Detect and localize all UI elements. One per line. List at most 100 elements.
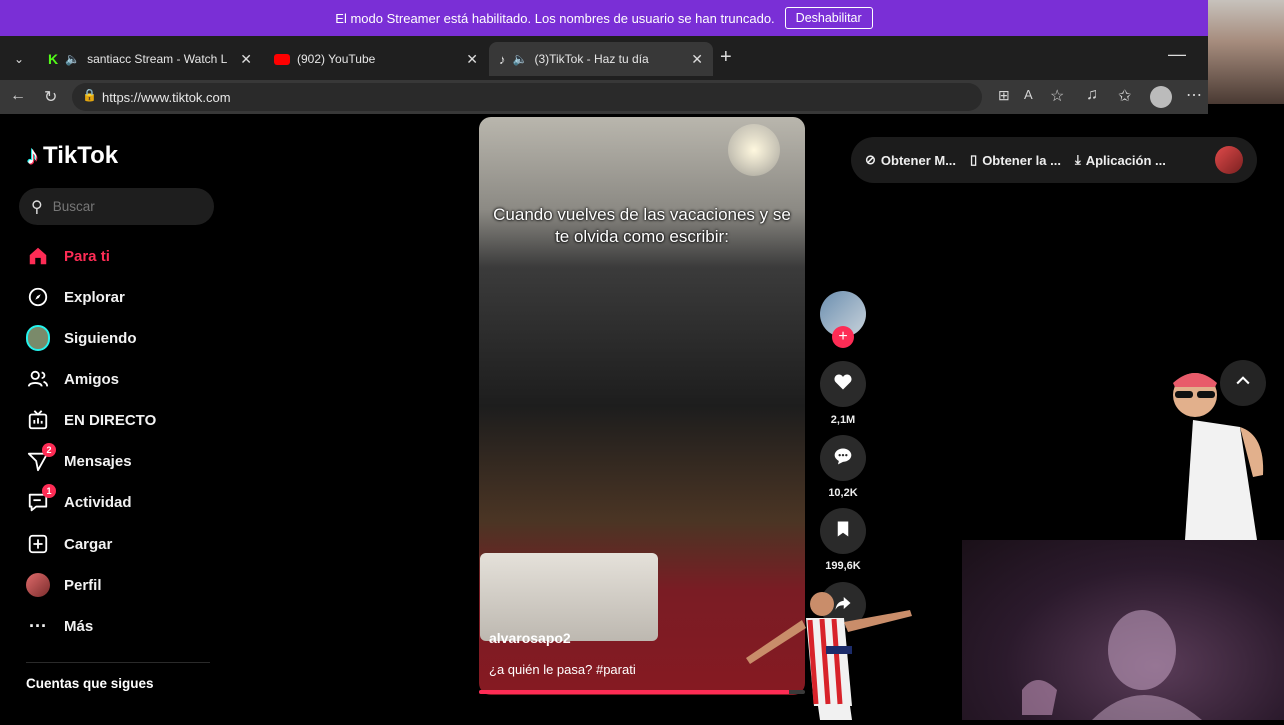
kick-icon: K: [48, 51, 59, 67]
nav-cargar[interactable]: Cargar: [26, 530, 112, 558]
coin-icon: ⊘: [865, 152, 876, 167]
account-avatar[interactable]: [1215, 146, 1243, 174]
video-author[interactable]: alvarosapo2: [489, 630, 571, 646]
desktop-app-button[interactable]: ⤓ Aplicación ...: [1075, 152, 1166, 168]
nav-label: EN DIRECTO: [64, 411, 157, 429]
nav-mas[interactable]: ··· Más: [26, 612, 93, 640]
search-placeholder: Buscar: [52, 199, 95, 214]
more-icon: ···: [29, 615, 47, 636]
download-icon: ⤓: [1074, 152, 1081, 167]
get-app-button[interactable]: ▯ Obtener la ...: [970, 152, 1061, 168]
url-text: https://www.tiktok.com: [102, 89, 231, 105]
favorites-icon[interactable]: ✩: [1118, 86, 1131, 106]
close-tab-icon[interactable]: ✕: [466, 51, 478, 68]
stream-sticker-person: [1165, 365, 1280, 540]
following-accounts-title: Cuentas que sigues: [26, 676, 154, 691]
friends-icon: [26, 367, 50, 391]
action-label: Obtener la ...: [982, 152, 1061, 168]
save-count: 199,6K: [825, 560, 861, 572]
nav-label: Para ti: [64, 247, 110, 265]
url-field[interactable]: 🔒 https://www.tiktok.com: [72, 83, 982, 111]
nav-amigos[interactable]: Amigos: [26, 365, 119, 393]
lock-icon[interactable]: 🔒: [82, 88, 97, 102]
comment-button[interactable]: [820, 435, 866, 481]
reload-icon[interactable]: ↻: [44, 87, 57, 107]
tab-title: (902) YouTube: [297, 52, 376, 66]
home-icon: [26, 244, 50, 268]
nav-label: Explorar: [64, 288, 125, 306]
new-tab-button[interactable]: +: [720, 46, 732, 69]
favorite-star-icon[interactable]: ☆: [1050, 86, 1064, 106]
search-icon: ⚲: [31, 198, 43, 216]
tiktok-logo[interactable]: ♪ TikTok: [26, 140, 118, 171]
activity-badge: 1: [42, 484, 56, 498]
compass-icon: [26, 285, 50, 309]
send-icon: 2: [26, 443, 56, 473]
action-label: Obtener M...: [880, 152, 957, 168]
nav-para-ti[interactable]: Para ti: [26, 242, 110, 270]
profile-avatar-icon: [26, 573, 50, 597]
nav-label: Siguiendo: [64, 329, 137, 347]
sidebar-divider: [26, 662, 210, 663]
youtube-icon: [274, 53, 290, 65]
nav-perfil[interactable]: Perfil: [26, 571, 102, 599]
close-tab-icon[interactable]: ✕: [691, 51, 703, 68]
action-label: Aplicación ...: [1085, 152, 1166, 168]
tiktok-icon: ♪: [499, 51, 506, 67]
bookmark-icon: [834, 520, 852, 543]
save-button[interactable]: [820, 508, 866, 554]
nav-label: Actividad: [64, 493, 132, 511]
disable-streamer-mode-button[interactable]: Deshabilitar: [784, 7, 873, 29]
nav-actividad[interactable]: 1 Actividad: [26, 484, 132, 516]
stream-webcam-overlay-bottom: [962, 540, 1284, 720]
streamer-mode-banner: El modo Streamer está habilitado. Los no…: [0, 0, 1208, 36]
tab-youtube[interactable]: (902) YouTube ✕: [264, 42, 488, 76]
tab-title: (3)TikTok - Haz tu día: [534, 52, 649, 66]
tab-title: santiacc Stream - Watch Live o: [87, 52, 228, 66]
live-icon: [26, 408, 50, 432]
nav-label: Cargar: [64, 535, 113, 553]
top-actions-bar: ⊘ Obtener M... ▯ Obtener la ... ⤓ Aplica…: [851, 137, 1257, 183]
app-available-icon[interactable]: ⊞: [998, 87, 1010, 104]
following-avatar-icon: [26, 325, 50, 351]
translate-icon[interactable]: A: [1024, 87, 1033, 102]
nav-mensajes[interactable]: 2 Mensajes: [26, 443, 132, 475]
phone-icon: ▯: [970, 152, 978, 167]
video-frame-light: [728, 124, 780, 176]
nav-label: Mensajes: [64, 452, 132, 470]
media-control-icon[interactable]: ♫: [1086, 86, 1098, 104]
get-coins-button[interactable]: ⊘ Obtener M...: [865, 152, 956, 168]
speaker-muted-icon[interactable]: 🔈: [65, 52, 80, 66]
heart-icon: [833, 372, 853, 397]
nav-label: Amigos: [64, 370, 120, 388]
stream-webcam-overlay-top: [1208, 0, 1284, 104]
video-caption: Cuando vuelves de las vacaciones y se te…: [493, 205, 791, 246]
speaker-muted-icon[interactable]: 🔈: [513, 52, 528, 66]
tiktok-note-icon: ♪: [26, 140, 39, 170]
activity-icon: 1: [26, 484, 56, 514]
nav-label: Perfil: [64, 576, 102, 594]
like-button[interactable]: [820, 361, 866, 407]
video-frame-laptop: [480, 553, 658, 641]
tab-list-dropdown-icon[interactable]: ⌄: [6, 46, 32, 72]
stream-sticker-footballer: [740, 588, 950, 720]
tab-kick[interactable]: K 🔈 santiacc Stream - Watch Live o ✕: [38, 42, 262, 76]
comment-icon: [833, 446, 853, 471]
banner-message: El modo Streamer está habilitado. Los no…: [335, 10, 775, 26]
minimize-window-button[interactable]: —: [1168, 44, 1186, 65]
nav-explorar[interactable]: Explorar: [26, 283, 125, 311]
nav-siguiendo[interactable]: Siguiendo: [26, 324, 137, 352]
nav-label: Más: [64, 617, 94, 635]
logo-text: TikTok: [43, 141, 119, 169]
upload-icon: [26, 532, 50, 556]
search-input[interactable]: ⚲ Buscar: [19, 188, 214, 225]
back-arrow-icon[interactable]: ←: [10, 87, 26, 105]
tab-tiktok[interactable]: ♪ 🔈 (3)TikTok - Haz tu día ✕: [489, 42, 713, 76]
more-menu-icon[interactable]: ⋯: [1186, 85, 1202, 105]
nav-en-directo[interactable]: EN DIRECTO: [26, 406, 156, 434]
profile-avatar-icon[interactable]: [1150, 86, 1172, 108]
follow-plus-icon[interactable]: +: [832, 326, 854, 348]
close-tab-icon[interactable]: ✕: [240, 51, 252, 68]
messages-badge: 2: [42, 443, 56, 457]
comment-count: 10,2K: [828, 487, 858, 499]
